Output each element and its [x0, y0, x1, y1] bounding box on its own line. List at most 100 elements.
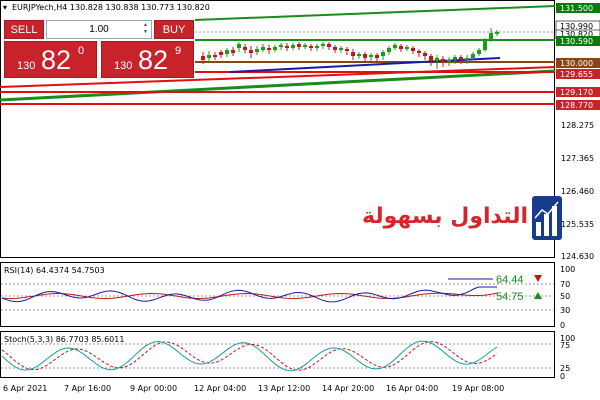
candle-body	[423, 53, 427, 56]
sell-button[interactable]: SELL	[4, 20, 44, 39]
chart-window[interactable]: 128.275 127.365 126.460 125.535 124.630 …	[0, 0, 600, 400]
price-box-label: 129.655	[560, 70, 593, 79]
rsi-axis-label: 100	[560, 265, 575, 274]
candle-body	[369, 55, 373, 57]
price-box-label: 131.500	[560, 4, 593, 13]
candle-body	[309, 46, 313, 48]
sell-quote-pips: 82	[41, 45, 72, 75]
candle-body	[207, 55, 211, 58]
candle-body	[453, 57, 457, 60]
sell-quote-fraction: 0	[78, 45, 85, 57]
time-label: 7 Apr 16:00	[64, 384, 111, 393]
price-label: 127.365	[561, 154, 594, 163]
candle-body	[399, 46, 403, 49]
stoch-signal-line	[1, 341, 498, 371]
buy-quote-button[interactable]: 130 82 9	[101, 41, 194, 78]
rsi-down-arrow-icon	[534, 275, 542, 282]
candle-body	[201, 56, 205, 60]
candle-body	[429, 56, 433, 61]
price-box-label: 129.170	[560, 88, 593, 97]
candle-body	[249, 50, 253, 53]
candle-body	[357, 54, 361, 56]
time-label: 9 Apr 00:00	[130, 384, 177, 393]
one-click-trading-panel: SELL 1.00 ▲ ▼ BUY 130 82 0 130 82 9	[4, 20, 194, 78]
buy-button[interactable]: BUY	[154, 20, 194, 39]
candle-body	[321, 44, 325, 46]
candle-body	[375, 55, 379, 58]
price-label: 128.275	[561, 121, 594, 130]
candle-body	[231, 50, 235, 53]
bar-chart-logo-icon	[532, 196, 562, 240]
candle-body	[237, 44, 241, 48]
sell-quote-prefix: 130	[17, 60, 36, 72]
price-box-label: 130.000	[560, 59, 593, 68]
candle-body	[261, 47, 265, 50]
buy-quote-fraction: 9	[175, 45, 182, 57]
lot-size-value: 1.00	[89, 24, 109, 35]
time-label: 19 Apr 08:00	[452, 384, 504, 393]
candle-body	[471, 54, 475, 58]
candle-body	[243, 47, 247, 50]
time-label: 14 Apr 20:00	[322, 384, 374, 393]
rsi-value-main: 64.44	[496, 274, 524, 286]
price-label: 124.630	[561, 252, 594, 261]
sell-quote-button[interactable]: 130 82 0	[4, 41, 97, 78]
candle-body	[267, 48, 271, 50]
candle-body	[297, 44, 301, 47]
price-box-label: 128.770	[560, 101, 593, 110]
watermark-logo: التداول بسهولة	[362, 196, 562, 254]
rsi-axis-label: 0	[560, 321, 565, 330]
candle-body	[285, 46, 289, 48]
rsi-value-signal: 54.75	[496, 291, 524, 303]
candle-body	[435, 58, 439, 61]
candle-body	[291, 45, 295, 48]
candle-body	[477, 50, 481, 54]
time-label: 16 Apr 04:00	[386, 384, 438, 393]
candle-body	[447, 60, 451, 62]
symbol-header-icon: ▾	[3, 3, 7, 12]
candle-body	[213, 55, 217, 57]
candle-body	[339, 48, 343, 50]
time-label: 13 Apr 12:00	[258, 384, 310, 393]
stoch-header: Stoch(5,3,3) 86.7703 85.6011	[4, 335, 124, 344]
buy-quote-prefix: 130	[114, 60, 133, 72]
rsi-header: RSI(14) 64.4374 54.7503	[4, 266, 105, 275]
rsi-axis-label: 30	[560, 306, 570, 315]
stoch-main-line	[1, 340, 498, 372]
candle-body	[351, 52, 355, 56]
candle-body	[459, 57, 463, 60]
lot-size-input[interactable]: 1.00 ▲ ▼	[46, 20, 152, 39]
candle-body	[219, 52, 223, 55]
buy-quote-pips: 82	[138, 45, 169, 75]
price-label: 126.460	[561, 187, 594, 196]
candle-body	[495, 32, 499, 34]
candle-body	[315, 46, 319, 48]
stoch-axis-label: 0	[560, 372, 565, 381]
price-box-label: 130.590	[560, 37, 593, 46]
rsi-axis-label: 70	[560, 280, 570, 289]
candle-body	[417, 51, 421, 53]
time-label: 6 Apr 2021	[3, 384, 47, 393]
lot-stepper-icon[interactable]: ▲ ▼	[141, 22, 150, 37]
stoch-axis-label: 75	[560, 341, 570, 350]
symbol-header: EURJPYech,H4 130.828 130.838 130.773 130…	[12, 3, 210, 12]
rsi-axis-label: 50	[560, 292, 570, 301]
candle-body	[489, 33, 493, 40]
price-label: 125.535	[561, 220, 594, 229]
watermark-text: التداول بسهولة	[362, 204, 529, 229]
candle-body	[363, 54, 367, 58]
candle-body	[345, 49, 349, 51]
candle-body	[333, 47, 337, 50]
candle-body	[303, 45, 307, 47]
candle-body	[327, 44, 331, 47]
trendline-green-upper[interactable]	[194, 5, 556, 21]
candle-body	[225, 50, 229, 54]
candle-body	[273, 47, 277, 50]
candle-body	[387, 48, 391, 52]
candle-body	[393, 45, 397, 48]
candle-body	[465, 58, 469, 60]
rsi-up-arrow-icon	[534, 292, 542, 299]
candle-body	[405, 47, 409, 49]
candle-body	[411, 48, 415, 51]
candle-body	[441, 59, 445, 62]
